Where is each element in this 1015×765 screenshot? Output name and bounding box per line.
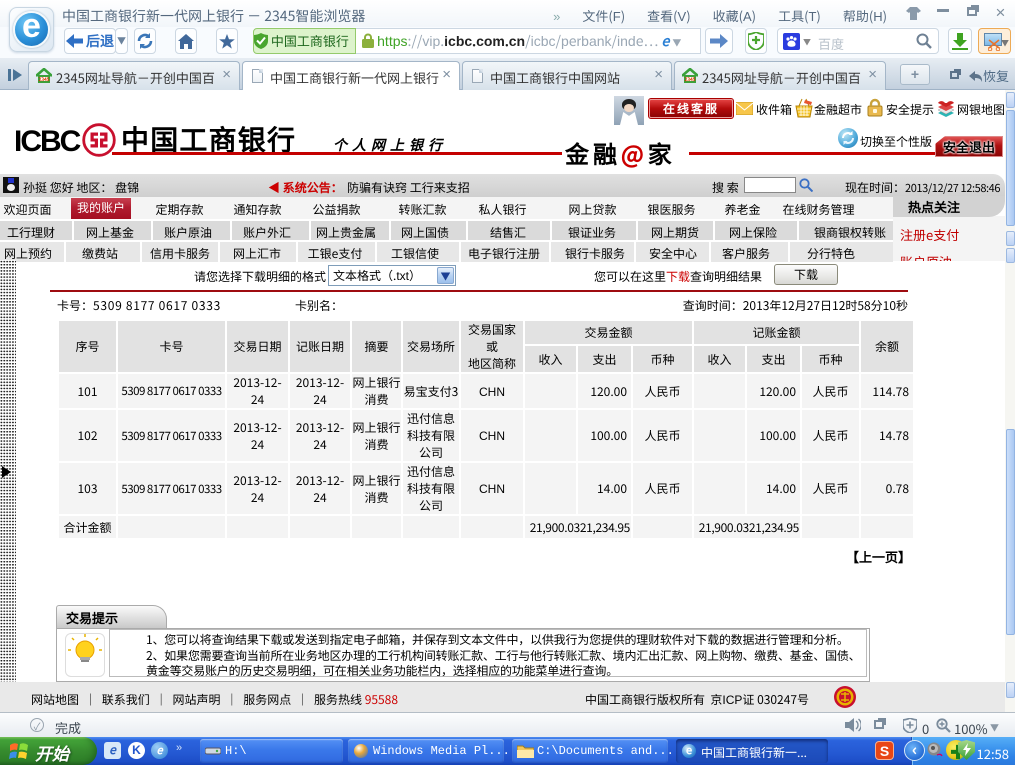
svg-text:2345: 2345 <box>684 76 695 83</box>
svg-text:2345: 2345 <box>38 76 49 83</box>
